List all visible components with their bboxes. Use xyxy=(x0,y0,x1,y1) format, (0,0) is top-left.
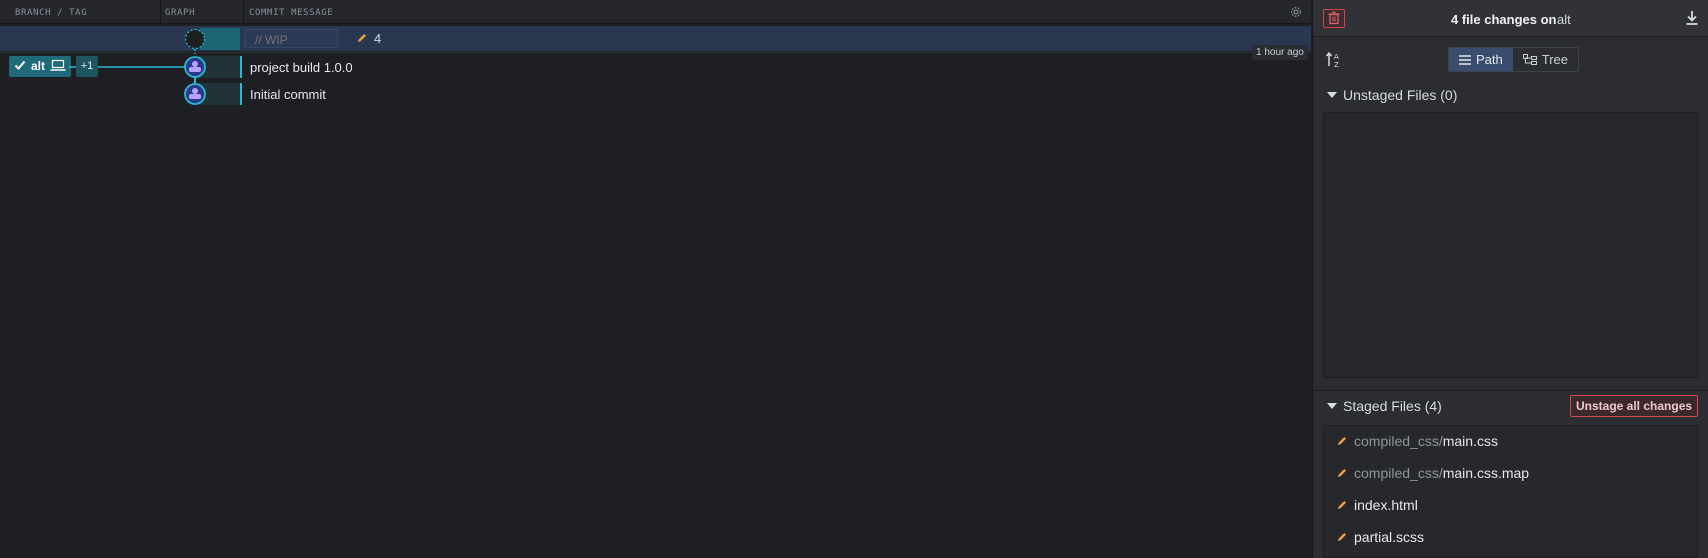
path-view-label: Path xyxy=(1476,52,1503,67)
file-name: index.html xyxy=(1354,497,1418,513)
wip-summary-input[interactable] xyxy=(244,29,338,48)
section-divider[interactable] xyxy=(1313,390,1708,391)
pencil-icon xyxy=(358,34,366,42)
unstaged-files-header[interactable]: Unstaged Files (0) xyxy=(1327,87,1457,103)
panel-branch-name: alt xyxy=(1557,12,1571,27)
pencil-icon xyxy=(1338,437,1346,445)
list-icon xyxy=(1459,54,1471,65)
staged-files-header[interactable]: Staged Files (4) xyxy=(1327,398,1442,414)
row-divider xyxy=(0,52,1311,53)
pencil-icon xyxy=(1338,501,1346,509)
discard-changes-button[interactable] xyxy=(1323,9,1345,28)
panel-header: 4 file changes on alt xyxy=(1313,0,1708,37)
collapse-caret-icon xyxy=(1327,403,1337,409)
download-icon[interactable] xyxy=(1685,10,1699,26)
commit-accent-bar xyxy=(240,83,242,105)
staged-files-label: Staged Files (4) xyxy=(1343,398,1442,414)
staged-file-item[interactable]: compiled_css/main.css xyxy=(1336,433,1498,449)
wip-count-value: 4 xyxy=(374,31,382,46)
unstaged-files-label: Unstaged Files (0) xyxy=(1343,87,1458,103)
column-divider[interactable] xyxy=(160,0,161,24)
staged-file-item[interactable]: compiled_css/main.css.map xyxy=(1336,465,1529,481)
file-name: main.css.map xyxy=(1442,465,1530,481)
commit-graph-pane: BRANCH / TAG GRAPH COMMIT MESSAGE 4 1 ho… xyxy=(0,0,1311,558)
avatar-node[interactable] xyxy=(184,56,206,78)
sort-icon[interactable]: A Z xyxy=(1325,51,1343,69)
tree-view-button[interactable]: Tree xyxy=(1512,48,1578,71)
commit-message: Initial commit xyxy=(250,87,326,102)
avatar-node[interactable] xyxy=(184,83,206,105)
file-directory: compiled_css/ xyxy=(1354,465,1443,481)
file-name: partial.scss xyxy=(1354,529,1425,545)
gear-icon[interactable] xyxy=(1289,5,1303,19)
staged-file-item[interactable]: partial.scss xyxy=(1336,529,1424,545)
file-directory: compiled_css/ xyxy=(1354,433,1443,449)
unstage-all-button[interactable]: Unstage all changes xyxy=(1570,395,1699,417)
staged-file-item[interactable]: index.html xyxy=(1336,497,1418,513)
tree-view-label: Tree xyxy=(1541,52,1568,67)
collapse-caret-icon xyxy=(1327,92,1337,98)
unstaged-files-list xyxy=(1323,112,1698,378)
view-mode-toggle: Path Tree xyxy=(1448,47,1579,72)
file-name: main.css xyxy=(1442,433,1498,449)
column-divider[interactable] xyxy=(243,0,244,24)
path-view-button[interactable]: Path xyxy=(1449,48,1513,71)
branch-column-label[interactable]: BRANCH / TAG xyxy=(15,8,87,18)
wip-change-count: 4 xyxy=(356,31,381,46)
svg-text:A: A xyxy=(1334,53,1339,61)
tree-icon xyxy=(1522,53,1537,65)
commit-accent-bar xyxy=(240,56,242,78)
graph-column-label[interactable]: GRAPH xyxy=(165,8,195,18)
wip-node[interactable] xyxy=(183,28,207,54)
trash-icon xyxy=(1328,11,1340,25)
commit-message: project build 1.0.0 xyxy=(250,60,353,75)
column-header: BRANCH / TAG GRAPH COMMIT MESSAGE xyxy=(0,0,1311,24)
pencil-icon xyxy=(1338,533,1346,541)
panel-title: 4 file changes on xyxy=(1451,12,1557,27)
commit-panel: 4 file changes on alt A Z Path Tree Unst… xyxy=(1312,0,1708,558)
graph-edges xyxy=(184,56,206,105)
staged-files-list: compiled_css/main.css compiled_css/main.… xyxy=(1323,425,1698,558)
pencil-icon xyxy=(1338,469,1346,477)
svg-text:Z: Z xyxy=(1334,61,1339,69)
message-column-label[interactable]: COMMIT MESSAGE xyxy=(249,8,333,18)
